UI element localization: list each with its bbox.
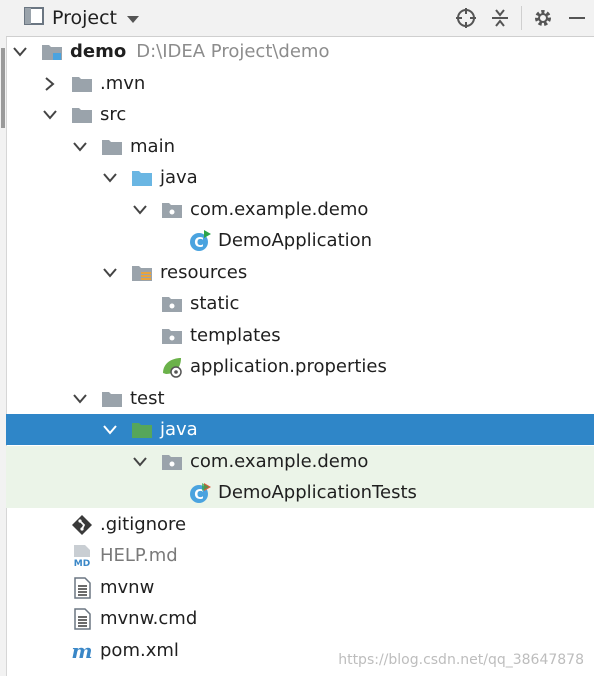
chevron-down-icon[interactable] (72, 139, 88, 155)
folder-icon (100, 135, 124, 159)
tree-label: com.example.demo (190, 199, 369, 220)
module-folder-icon (40, 40, 64, 64)
chevron-right-icon[interactable] (42, 76, 58, 92)
text-file-icon (70, 576, 94, 600)
package-icon (160, 292, 184, 316)
package-icon (160, 198, 184, 222)
text-file-icon (70, 607, 94, 631)
tree-label: static (190, 293, 240, 314)
tree-node-test[interactable]: test (6, 383, 594, 414)
chevron-down-icon[interactable] (12, 44, 28, 60)
chevron-down-icon[interactable] (132, 202, 148, 218)
project-tree: demo D:\IDEA Project\demo .mvn src main … (6, 36, 594, 676)
tree-label: src (100, 104, 127, 125)
folder-icon (100, 387, 124, 411)
locate-icon[interactable] (449, 1, 483, 35)
tree-node-mvnw-cmd[interactable]: mvnw.cmd (6, 603, 594, 634)
tree-label: templates (190, 325, 281, 346)
tree-node-test-package[interactable]: com.example.demo (6, 446, 594, 477)
tree-node-main[interactable]: main (6, 131, 594, 162)
tree-path: D:\IDEA Project\demo (136, 41, 330, 62)
watermark: https://blog.csdn.net/qq_38647878 (338, 652, 584, 668)
tree-label: DemoApplication (218, 230, 373, 251)
tree-label: HELP.md (100, 545, 178, 566)
package-icon (160, 450, 184, 474)
tree-label: DemoApplicationTests (218, 482, 417, 503)
test-class-icon: C (188, 481, 212, 505)
svg-text:m: m (71, 640, 92, 662)
tree-node-resources[interactable]: resources (6, 257, 594, 288)
tree-node-help-md[interactable]: MD HELP.md (6, 540, 594, 571)
tree-label: main (130, 136, 175, 157)
chevron-down-icon[interactable] (42, 107, 58, 123)
chevron-down-icon[interactable] (102, 170, 118, 186)
tree-node-src[interactable]: src (6, 99, 594, 130)
tree-node-demo[interactable]: demo D:\IDEA Project\demo (6, 36, 594, 67)
resources-folder-icon (130, 261, 154, 285)
svg-text:MD: MD (74, 559, 90, 568)
tree-label: mvnw (100, 577, 155, 598)
project-panel-header: Project (6, 0, 594, 37)
svg-text:C: C (194, 236, 204, 251)
chevron-down-icon[interactable] (72, 391, 88, 407)
tree-node-static[interactable]: static (6, 288, 594, 319)
tree-label: test (130, 388, 165, 409)
tree-node-main-package[interactable]: com.example.demo (6, 194, 594, 225)
tree-node-test-java[interactable]: java (6, 414, 594, 445)
markdown-file-icon: MD (70, 544, 94, 568)
tree-label: .mvn (100, 73, 146, 94)
maven-icon: m (70, 639, 94, 663)
gear-icon[interactable] (526, 1, 560, 35)
toolbar-divider (521, 6, 522, 30)
tree-label: resources (160, 262, 248, 283)
spring-properties-icon (160, 355, 184, 379)
collapse-all-icon[interactable] (483, 1, 517, 35)
tree-label: com.example.demo (190, 451, 369, 472)
tree-node-gitignore[interactable]: .gitignore (6, 509, 594, 540)
tree-node-templates[interactable]: templates (6, 320, 594, 351)
left-strip-handle[interactable] (1, 48, 5, 128)
tree-label: java (160, 167, 198, 188)
folder-icon (70, 72, 94, 96)
tree-node-application-properties[interactable]: application.properties (6, 351, 594, 382)
chevron-down-icon[interactable] (132, 454, 148, 470)
chevron-down-icon[interactable] (102, 422, 118, 438)
tree-label: .gitignore (100, 514, 187, 535)
tree-label: application.properties (190, 356, 387, 377)
tree-node-main-java[interactable]: java (6, 162, 594, 193)
tree-node-demo-application[interactable]: C DemoApplication (6, 225, 594, 256)
tree-label: demo (70, 41, 127, 62)
test-source-folder-icon (130, 418, 154, 442)
tree-label: pom.xml (100, 640, 179, 661)
panel-title[interactable]: Project (52, 7, 117, 29)
tree-node-mvn[interactable]: .mvn (6, 68, 594, 99)
folder-icon (70, 103, 94, 127)
tree-label: java (160, 419, 198, 440)
tree-label: mvnw.cmd (100, 608, 198, 629)
project-view-icon (24, 7, 44, 29)
chevron-down-icon[interactable] (127, 9, 140, 28)
package-icon (160, 324, 184, 348)
header-toolbar (449, 0, 594, 36)
source-folder-icon (130, 166, 154, 190)
git-icon (70, 513, 94, 537)
minimize-icon[interactable] (560, 1, 594, 35)
spring-boot-class-icon: C (188, 229, 212, 253)
tree-node-mvnw[interactable]: mvnw (6, 572, 594, 603)
tree-node-demo-application-tests[interactable]: C DemoApplicationTests (6, 477, 594, 508)
chevron-down-icon[interactable] (102, 265, 118, 281)
